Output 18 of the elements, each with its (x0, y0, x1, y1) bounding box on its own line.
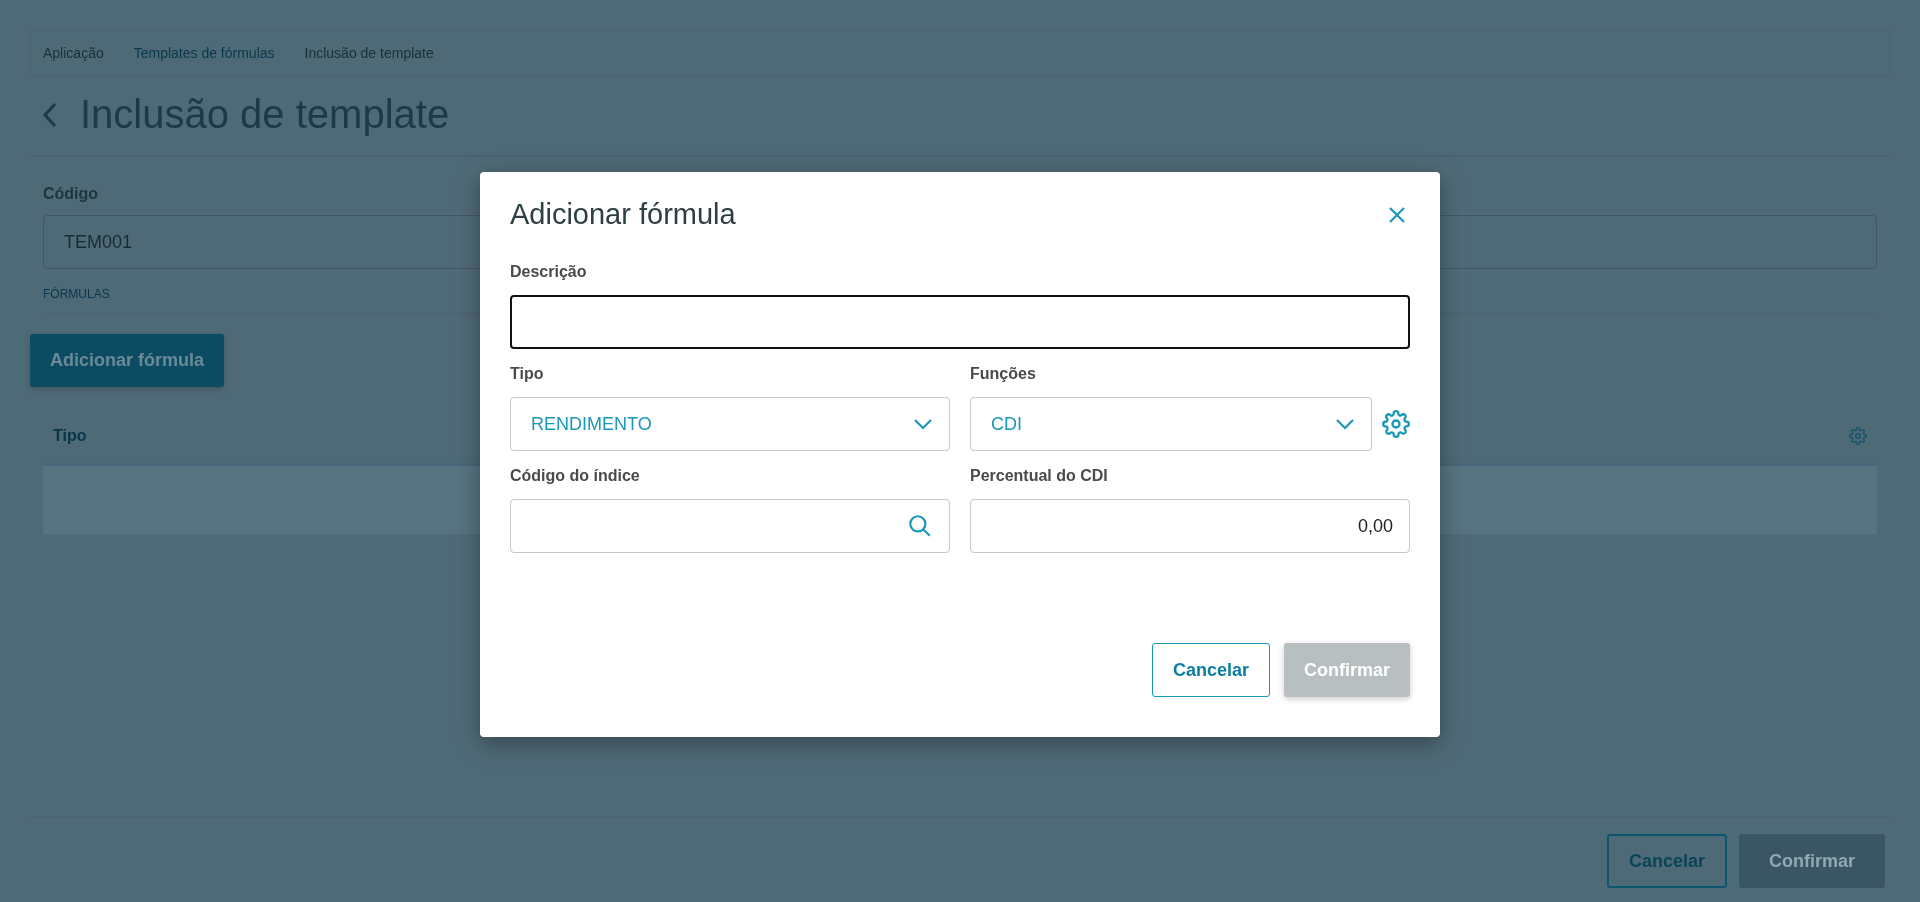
select-value: RENDIMENTO (531, 413, 652, 435)
field-label: Tipo (510, 365, 545, 383)
cancel-button[interactable]: Cancelar (1151, 643, 1270, 697)
column-header: Tipo (53, 427, 87, 445)
select-field[interactable]: CDI (970, 397, 1372, 451)
input-field[interactable]: 0,00 (970, 499, 1410, 553)
add-formula-button[interactable]: Adicionar fórmula (30, 334, 225, 387)
select-field[interactable]: RENDIMENTO (510, 397, 950, 451)
cancel-button[interactable]: Cancelar (1606, 834, 1727, 888)
field-label: Percentual do CDI (970, 467, 1109, 485)
select-value: CDI (991, 413, 1022, 435)
field-label: Funções (970, 365, 1037, 383)
breadcrumb-item: Aplicação (43, 45, 105, 61)
dialog-title: Adicionar fórmula (510, 198, 736, 231)
breadcrumb-item: Inclusão de template (304, 45, 435, 61)
field-label: Descrição (510, 263, 588, 281)
breadcrumb-link[interactable]: Templates de fórmulas (133, 45, 305, 61)
field-label: Código do índice (510, 467, 641, 485)
